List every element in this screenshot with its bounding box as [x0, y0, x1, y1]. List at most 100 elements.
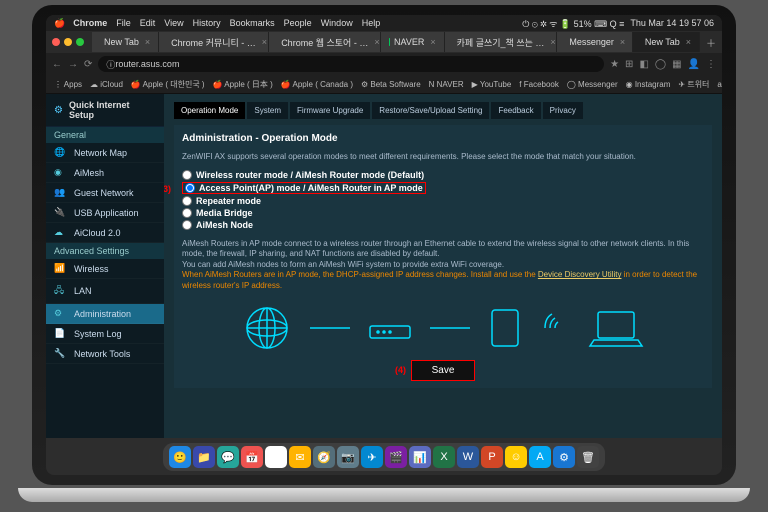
mode-radio[interactable]: Media Bridge: [182, 207, 704, 219]
forward-button[interactable]: →: [68, 59, 78, 70]
step-marker-3: (3): [164, 184, 171, 194]
sidebar-section: General: [46, 127, 164, 143]
dock-app[interactable]: ☺: [505, 446, 527, 468]
sidebar-item[interactable]: 🔧Network Tools: [46, 344, 164, 364]
ext-icon[interactable]: ⊞: [625, 59, 633, 70]
menu-icon[interactable]: ⋮: [706, 59, 716, 70]
window-controls[interactable]: [52, 38, 84, 46]
bookmark-item[interactable]: ⚙ Beta Software: [361, 80, 421, 89]
bookmark-item[interactable]: N NAVER: [429, 80, 464, 89]
macos-menubar: 🍎 Chrome File Edit View History Bookmark…: [46, 15, 722, 31]
dock-app[interactable]: 🙂: [169, 446, 191, 468]
bookmark-item[interactable]: ◯ Messenger: [567, 80, 618, 89]
dock-app[interactable]: ✈: [361, 446, 383, 468]
browser-tab[interactable]: Chrome 웹 스토어 - …×: [269, 32, 381, 52]
browser-tab[interactable]: Messenger×: [557, 32, 632, 52]
menu-file[interactable]: File: [116, 18, 131, 28]
sidebar-section: Advanced Settings: [46, 243, 164, 259]
wifi-icon: [540, 308, 570, 348]
dock-app[interactable]: X: [433, 446, 455, 468]
ext-icon-4[interactable]: ▦: [672, 59, 681, 70]
app-name[interactable]: Chrome: [73, 18, 107, 28]
browser-tab[interactable]: NAVER×: [381, 32, 444, 52]
dock-app[interactable]: 📷: [337, 446, 359, 468]
bookmark-item[interactable]: ☁ iCloud: [90, 80, 123, 89]
ext-icon-3[interactable]: ◯: [655, 59, 666, 70]
menu-history[interactable]: History: [193, 18, 221, 28]
browser-tab[interactable]: New Tab×: [633, 32, 700, 52]
sidebar-item[interactable]: 🔌USB Application: [46, 203, 164, 223]
reload-button[interactable]: ⟳: [84, 59, 92, 70]
settings-tabs: Operation ModeSystemFirmware UpgradeRest…: [174, 102, 712, 119]
sidebar-item[interactable]: ⚙Administration: [46, 304, 164, 324]
settings-tab[interactable]: System: [247, 102, 288, 119]
dock-app[interactable]: 💬: [217, 446, 239, 468]
settings-tab[interactable]: Firmware Upgrade: [290, 102, 370, 119]
profile-icon[interactable]: 👤: [688, 59, 700, 70]
dock-app[interactable]: P: [481, 446, 503, 468]
page-title: Administration - Operation Mode: [182, 133, 704, 144]
extensions-icon[interactable]: ★: [610, 59, 619, 70]
dock-app[interactable]: 📅: [241, 446, 263, 468]
sidebar-item[interactable]: 📶Wireless: [46, 259, 164, 279]
settings-tab[interactable]: Privacy: [543, 102, 583, 119]
bookmark-item[interactable]: ◉ Instagram: [626, 80, 671, 89]
topology-diagram: [182, 303, 704, 353]
browser-tabs: New Tab×Chrome 커뮤니티 - …×Chrome 웹 스토어 - ……: [46, 31, 722, 53]
bookmark-item[interactable]: 🍎 Apple ( Canada ): [281, 80, 353, 89]
dock-app[interactable]: 📊: [409, 446, 431, 468]
sidebar-item[interactable]: ☁AiCloud 2.0: [46, 223, 164, 243]
bookmark-item[interactable]: a Amazon: [717, 80, 722, 89]
new-tab-button[interactable]: ＋: [700, 35, 722, 50]
dock-app[interactable]: 🗑: [577, 446, 599, 468]
dock-app[interactable]: 🎬: [385, 446, 407, 468]
bookmark-item[interactable]: ▶ YouTube: [472, 80, 512, 89]
bookmarks-bar: ⋮ Apps ☁ iCloud 🍎 Apple ( 대한민국 ) 🍎 Apple ( …: [46, 75, 722, 94]
mode-radio[interactable]: (3) Access Point(AP) mode / AiMesh Route…: [182, 181, 704, 195]
dock-app[interactable]: A: [529, 446, 551, 468]
save-button[interactable]: Save: [412, 361, 475, 380]
mode-radio[interactable]: Wireless router mode / AiMesh Router mod…: [182, 169, 704, 181]
dock-app[interactable]: ⚙: [553, 446, 575, 468]
settings-tab[interactable]: Feedback: [491, 102, 540, 119]
apple-menu[interactable]: 🍎: [54, 18, 65, 29]
mode-radio[interactable]: Repeater mode: [182, 195, 704, 207]
mode-info: AiMesh Routers in AP mode connect to a w…: [182, 239, 704, 291]
bookmark-item[interactable]: 🍎 Apple ( 日本 ): [213, 79, 273, 90]
menu-people[interactable]: People: [284, 18, 312, 28]
sidebar-item[interactable]: 👥Guest Network: [46, 183, 164, 203]
status-icons[interactable]: ⏻ ⊙ ✲ ᯤ 🔋 51% ⌨ Q ≡: [522, 17, 624, 30]
dock-app[interactable]: W: [457, 446, 479, 468]
address-bar-row: ← → ⟳ ⓘ router.asus.com ★ ⊞ ◧ ◯ ▦ 👤 ⋮: [46, 53, 722, 75]
modem-icon: [368, 314, 412, 342]
quick-setup[interactable]: ⚙ Quick Internet Setup: [46, 94, 164, 127]
menu-bookmarks[interactable]: Bookmarks: [230, 18, 275, 28]
menu-edit[interactable]: Edit: [140, 18, 156, 28]
ext-icon-2[interactable]: ◧: [639, 59, 648, 70]
dock-app[interactable]: 🧭: [313, 446, 335, 468]
url-input[interactable]: ⓘ router.asus.com: [98, 56, 604, 72]
bookmark-item[interactable]: 🍎 Apple ( 대한민국 ): [131, 79, 205, 90]
settings-tab[interactable]: Operation Mode: [174, 102, 245, 119]
sidebar-item[interactable]: ◉AiMesh: [46, 163, 164, 183]
menu-view[interactable]: View: [164, 18, 183, 28]
dock-app[interactable]: 📁: [193, 446, 215, 468]
sidebar-item[interactable]: 🖧LAN: [46, 279, 164, 304]
menu-help[interactable]: Help: [362, 18, 381, 28]
bookmark-item[interactable]: f Facebook: [519, 80, 559, 89]
browser-tab[interactable]: 카페 글쓰기_책 쓰는 …×: [445, 32, 558, 52]
sidebar-item[interactable]: 🌐Network Map: [46, 143, 164, 163]
browser-tab[interactable]: Chrome 커뮤니티 - …×: [159, 32, 269, 52]
discovery-link[interactable]: Device Discovery Utility: [538, 270, 622, 279]
clock[interactable]: Thu Mar 14 19 57 06: [630, 18, 714, 28]
sidebar-item[interactable]: 📄System Log: [46, 324, 164, 344]
browser-tab[interactable]: New Tab×: [92, 32, 159, 52]
bookmark-item[interactable]: ✈ 트위터: [678, 79, 709, 90]
bookmark-item[interactable]: ⋮ Apps: [54, 80, 82, 89]
dock-app[interactable]: ✉: [289, 446, 311, 468]
settings-tab[interactable]: Restore/Save/Upload Setting: [372, 102, 489, 119]
dock-app[interactable]: 14: [265, 446, 287, 468]
mode-radio[interactable]: AiMesh Node: [182, 219, 704, 231]
back-button[interactable]: ←: [52, 59, 62, 70]
menu-window[interactable]: Window: [321, 18, 353, 28]
